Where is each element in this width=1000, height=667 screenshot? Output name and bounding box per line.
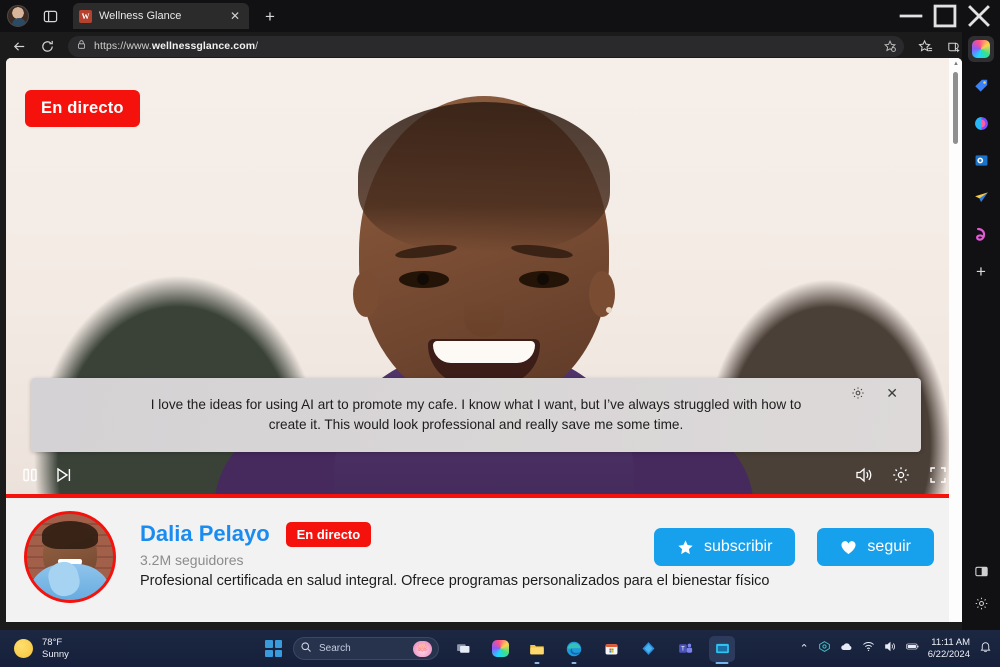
weather-temperature: 78°F — [42, 637, 63, 649]
star-add-icon[interactable] — [883, 39, 897, 58]
scrollbar-thumb[interactable] — [953, 72, 958, 144]
search-icon — [300, 640, 312, 658]
address-bar[interactable]: https://www.wellnessglance.com/ — [68, 35, 904, 58]
cloud-icon[interactable] — [840, 640, 853, 658]
window-controls — [894, 0, 996, 32]
games-icon[interactable] — [968, 221, 994, 247]
add-tool-icon[interactable]: + — [968, 258, 994, 284]
next-track-icon[interactable] — [54, 465, 74, 485]
browser-tab[interactable]: W Wellness Glance ✕ — [73, 3, 249, 29]
taskbar-app-active-window[interactable] — [709, 635, 735, 664]
close-tab-icon[interactable]: ✕ — [227, 10, 243, 22]
bell-icon[interactable] — [979, 640, 992, 658]
caption-close-icon[interactable]: ✕ — [886, 386, 898, 400]
fullscreen-icon[interactable] — [928, 465, 948, 485]
copilot-icon[interactable] — [968, 36, 994, 62]
svg-text:T: T — [681, 647, 685, 653]
shopping-tag-icon[interactable] — [968, 73, 994, 99]
creator-bar: Dalia Pelayo En directo 3.2M seguidores … — [6, 498, 962, 622]
maximize-button[interactable] — [928, 1, 962, 31]
page-scrollbar[interactable]: ▲ — [949, 58, 962, 622]
taskbar-clock[interactable]: 11:11 AM 6/22/2024 — [928, 637, 970, 659]
speaker-icon[interactable] — [884, 640, 897, 658]
windows-taskbar: 78°F Sunny Search 🪷 T ⌃ 11:11 AM 6/22/20… — [0, 630, 1000, 667]
taskbar-app-file-explorer[interactable] — [524, 636, 550, 664]
taskbar-app-microsoft-store[interactable] — [598, 636, 624, 662]
tab-favicon: W — [79, 9, 92, 23]
caption-settings-icon[interactable] — [851, 386, 865, 400]
edge-sidebar: + — [962, 32, 1000, 630]
system-tray: ⌃ 11:11 AM 6/22/2024 — [800, 637, 992, 660]
sidebar-settings-icon[interactable] — [974, 596, 989, 616]
video-player[interactable]: En directo I love the ideas for using AI… — [6, 58, 962, 498]
telegram-send-icon[interactable] — [968, 184, 994, 210]
creator-name[interactable]: Dalia Pelayo — [140, 521, 270, 547]
weather-widget[interactable]: 78°F Sunny — [14, 637, 69, 660]
close-window-button[interactable] — [962, 1, 996, 31]
creator-live-badge: En directo — [285, 521, 372, 547]
clock-date: 6/22/2024 — [927, 648, 970, 660]
refresh-icon[interactable] — [34, 34, 60, 58]
lotus-icon[interactable]: 🪷 — [413, 640, 432, 657]
taskbar-app-microsoft-edge[interactable] — [561, 636, 587, 664]
wifi-icon[interactable] — [862, 640, 875, 658]
volume-icon[interactable] — [854, 465, 874, 485]
taskbar-app-task-view[interactable] — [450, 636, 476, 662]
windows-start-icon[interactable] — [265, 640, 282, 657]
screen: W Wellness Glance ✕ + https://www.wellne… — [0, 0, 1000, 667]
battery-icon[interactable] — [906, 640, 919, 658]
taskbar-center: Search 🪷 T — [265, 635, 735, 664]
browser-window: W Wellness Glance ✕ + https://www.wellne… — [0, 0, 1000, 630]
tab-actions-icon[interactable] — [37, 4, 63, 28]
creator-avatar[interactable] — [24, 511, 116, 603]
lock-icon — [76, 37, 87, 55]
profile-avatar-icon[interactable] — [7, 5, 29, 27]
follow-button[interactable]: seguir — [817, 528, 934, 566]
sun-icon — [14, 639, 33, 658]
browser-toolbar: https://www.wellnessglance.com/ — [0, 32, 1000, 60]
heart-icon — [841, 540, 856, 554]
subscribe-button[interactable]: subscribir — [653, 528, 796, 566]
search-placeholder: Search — [319, 643, 351, 654]
live-badge-overlay: En directo — [25, 90, 140, 127]
new-tab-button[interactable]: + — [260, 8, 280, 25]
url-text: https://www.wellnessglance.com/ — [94, 40, 259, 52]
pause-icon[interactable] — [20, 465, 40, 485]
taskbar-app-copilot[interactable] — [487, 636, 513, 662]
outlook-icon[interactable] — [968, 147, 994, 173]
creator-actions: subscribir seguir — [653, 528, 934, 566]
taskbar-app-microsoft-defender[interactable] — [635, 636, 661, 662]
scroll-up-arrow[interactable]: ▲ — [953, 61, 959, 67]
taskbar-search[interactable]: Search 🪷 — [293, 637, 439, 660]
caption-panel: I love the ideas for using AI art to pro… — [31, 378, 921, 452]
player-controls — [6, 452, 962, 498]
creator-bio: Profesional certificada en salud integra… — [140, 573, 770, 589]
clock-time: 11:11 AM — [931, 637, 970, 649]
microsoft-365-icon[interactable] — [968, 110, 994, 136]
tab-title: Wellness Glance — [99, 10, 182, 22]
favorites-icon[interactable] — [912, 34, 938, 58]
subscribe-label: subscribir — [703, 538, 773, 555]
player-settings-icon[interactable] — [891, 465, 911, 485]
onedrive-sync-icon[interactable] — [818, 640, 831, 658]
split-screen-icon[interactable] — [974, 564, 989, 584]
tab-strip: W Wellness Glance ✕ + — [0, 0, 1000, 32]
web-page: En directo I love the ideas for using AI… — [6, 58, 962, 622]
star-icon — [678, 539, 693, 554]
taskbar-app-microsoft-teams[interactable]: T — [672, 636, 698, 662]
caption-text: I love the ideas for using AI art to pro… — [150, 397, 802, 432]
sidebar-bottom — [974, 564, 989, 630]
follow-label: seguir — [867, 538, 911, 555]
weather-condition: Sunny — [42, 648, 69, 660]
back-arrow-icon[interactable] — [6, 34, 32, 58]
minimize-button[interactable] — [894, 1, 928, 31]
tray-overflow-icon[interactable]: ⌃ — [800, 642, 809, 655]
